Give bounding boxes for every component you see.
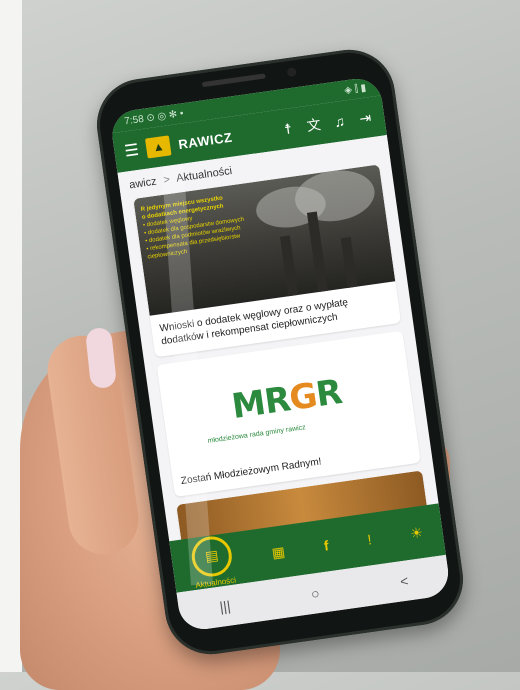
facebook-icon[interactable]: f bbox=[323, 537, 330, 553]
back-icon[interactable]: < bbox=[399, 572, 409, 589]
alert-icon[interactable]: ! bbox=[366, 531, 372, 547]
recents-icon[interactable]: ||| bbox=[219, 597, 232, 614]
logo-letter: R bbox=[313, 372, 344, 416]
home-icon[interactable]: ○ bbox=[310, 585, 321, 602]
status-time-text: 7:58 bbox=[123, 113, 145, 127]
bell-icon[interactable]: ♫ bbox=[329, 112, 349, 130]
app-bar-spacer bbox=[240, 131, 271, 135]
phone-camera bbox=[286, 67, 297, 78]
chimney bbox=[306, 211, 328, 293]
news-image-text: R jedynym miejscu wszystko o dodatkach e… bbox=[140, 191, 257, 262]
accessibility-icon[interactable]: ☨ bbox=[278, 119, 298, 138]
status-icons-left: ⊙ ◎ ✻ • bbox=[145, 107, 185, 124]
app-brand[interactable]: RAWICZ bbox=[177, 129, 233, 151]
menu-icon[interactable]: ☰ bbox=[123, 140, 140, 162]
chimney bbox=[279, 235, 299, 297]
mrgr-subtitle: młodzieżowa rada gminy rawicz bbox=[207, 424, 307, 445]
logo-letter: M bbox=[229, 382, 268, 428]
chimney bbox=[340, 237, 358, 288]
nav-calendar[interactable]: ▦ bbox=[271, 543, 286, 562]
nav-theme[interactable]: ☀ bbox=[409, 523, 424, 542]
login-icon[interactable]: ⇥ bbox=[355, 108, 375, 127]
phone-speaker bbox=[201, 73, 266, 88]
status-icons-right: ◈ ⫿ ▮ bbox=[343, 82, 367, 96]
background-wall bbox=[0, 0, 22, 672]
translate-icon[interactable]: 文 bbox=[303, 114, 324, 136]
nav-alert[interactable]: ! bbox=[366, 531, 372, 547]
mrgr-logo: MRGR bbox=[229, 372, 344, 427]
rawicz-logo[interactable]: ▲ bbox=[145, 135, 172, 159]
photo-scene: 7:58 ⊙ ◎ ✻ • ◈ ⫿ ▮ ☰ ▲ RAWICZ ☨ 文 ♫ ⇥ aw… bbox=[0, 0, 520, 690]
nav-facebook[interactable]: f bbox=[323, 537, 330, 553]
sun-icon[interactable]: ☀ bbox=[409, 523, 424, 542]
calendar-icon[interactable]: ▦ bbox=[271, 543, 286, 562]
phone-screen: 7:58 ⊙ ◎ ✻ • ◈ ⫿ ▮ ☰ ▲ RAWICZ ☨ 文 ♫ ⇥ aw… bbox=[109, 75, 452, 633]
breadcrumb-root[interactable]: awicz bbox=[129, 176, 158, 192]
